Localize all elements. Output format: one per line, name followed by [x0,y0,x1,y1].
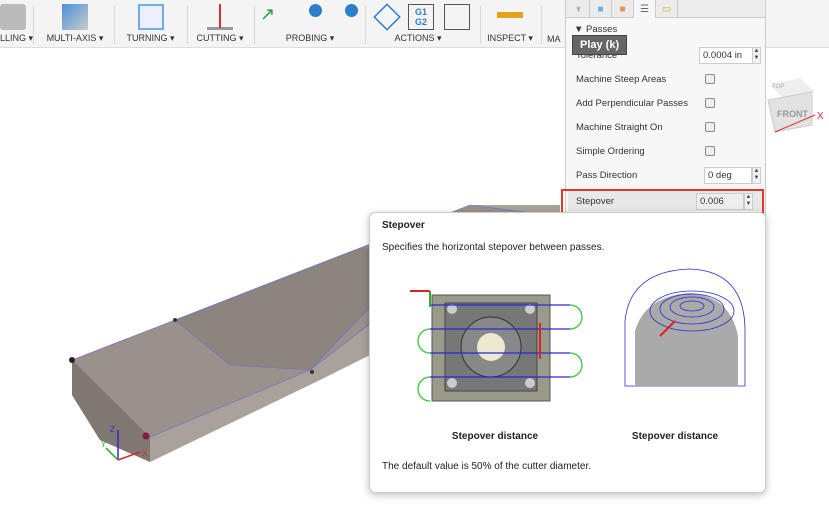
inspect-group[interactable]: INSPECT ▾ [482,0,538,48]
svg-text:TOP: TOP [772,84,784,90]
manage-group[interactable]: MA [543,0,565,48]
tab-linking[interactable]: ▭ [656,0,678,18]
play-tooltip: Play (k) [572,35,628,55]
machine-steep-areas-checkbox[interactable] [705,74,715,84]
turning-group[interactable]: TURNING ▾ [118,0,183,48]
milling-group[interactable]: LLING ▾ [0,0,33,48]
add-perpendicular-passes-checkbox[interactable] [705,98,715,108]
machine-straight-on-checkbox[interactable] [705,122,715,132]
tab-passes[interactable]: ☰ [634,0,656,18]
milling-icon [0,4,26,30]
svg-text:Y: Y [101,440,107,449]
tolerance-input[interactable]: 0.0004 in [699,46,754,64]
turning-icon [138,4,164,30]
popup-description: Specifies the horizontal stepover betwee… [382,242,605,253]
panel-tabs: ♆ ■ ■ ☰ ▭ [566,0,765,18]
stepover-2d-illustration [410,290,583,402]
tab-heights[interactable]: ■ [612,0,634,18]
pass-direction-input[interactable]: 0 deg [704,166,752,184]
geometry-icon: ■ [597,3,604,15]
passes-section-header[interactable]: ▼ Passes [574,24,617,35]
multi-axis-group[interactable]: MULTI-AXIS ▾ [40,0,110,48]
caption-right: Stepover distance [631,431,719,442]
multi-axis-icon [62,4,88,30]
simple-ordering-checkbox[interactable] [705,146,715,156]
svg-text:Z: Z [110,425,115,434]
stepover-highlight-box [561,189,764,214]
machine-steep-areas-row: Machine Steep Areas [576,69,756,89]
passes-icon: ☰ [640,3,649,15]
measure-icon [497,12,523,18]
probe-wcs-icon: ↗ [260,4,276,24]
add-perpendicular-passes-row: Add Perpendicular Passes [576,93,756,113]
popup-footer: The default value is 50% of the cutter d… [382,461,592,472]
probe-surface-icon [332,4,358,30]
cutting-group[interactable]: CUTTING ▾ [190,0,250,48]
svg-text:X: X [142,449,148,458]
tab-geometry[interactable]: ■ [590,0,612,18]
operation-parameters-panel: ♆ ■ ■ ☰ ▭ ▼ Passes Tolerance 0.0004 in ▲ ▼ … [565,0,766,216]
machine-straight-on-row: Machine Straight On [576,117,756,137]
simple-ordering-row: Simple Ordering [576,141,756,161]
simulate-icon [373,3,401,31]
setup-sheet-icon [444,4,470,30]
actions-group[interactable]: G1 G2 ACTIONS ▾ [368,0,470,48]
tolerance-spinner[interactable]: ▲ ▼ [752,46,761,64]
stepover-help-popup: Stepover Specifies the horizontal stepov… [369,212,766,493]
stepover-3d-illustration [624,268,746,387]
pass-direction-spinner[interactable]: ▲ ▼ [752,166,761,184]
svg-text:FRONT: FRONT [777,109,808,119]
probing-group[interactable]: ↗ PROBING ▾ [256,0,364,48]
linking-icon: ▭ [661,3,672,15]
probe-geometry-icon [296,4,322,30]
svg-text:X: X [817,111,824,122]
caption-left: Stepover distance [451,431,539,442]
cutting-icon [207,4,233,30]
tool-icon: ♆ [574,3,583,15]
heights-icon: ■ [619,3,626,15]
pass-direction-row: Pass Direction 0 deg ▲ ▼ [576,165,761,185]
view-cube[interactable]: TOP FRONT X [767,78,824,133]
post-process-icon: G1 G2 [408,4,434,30]
tab-tool[interactable]: ♆ [568,0,590,18]
popup-title: Stepover [382,220,425,231]
